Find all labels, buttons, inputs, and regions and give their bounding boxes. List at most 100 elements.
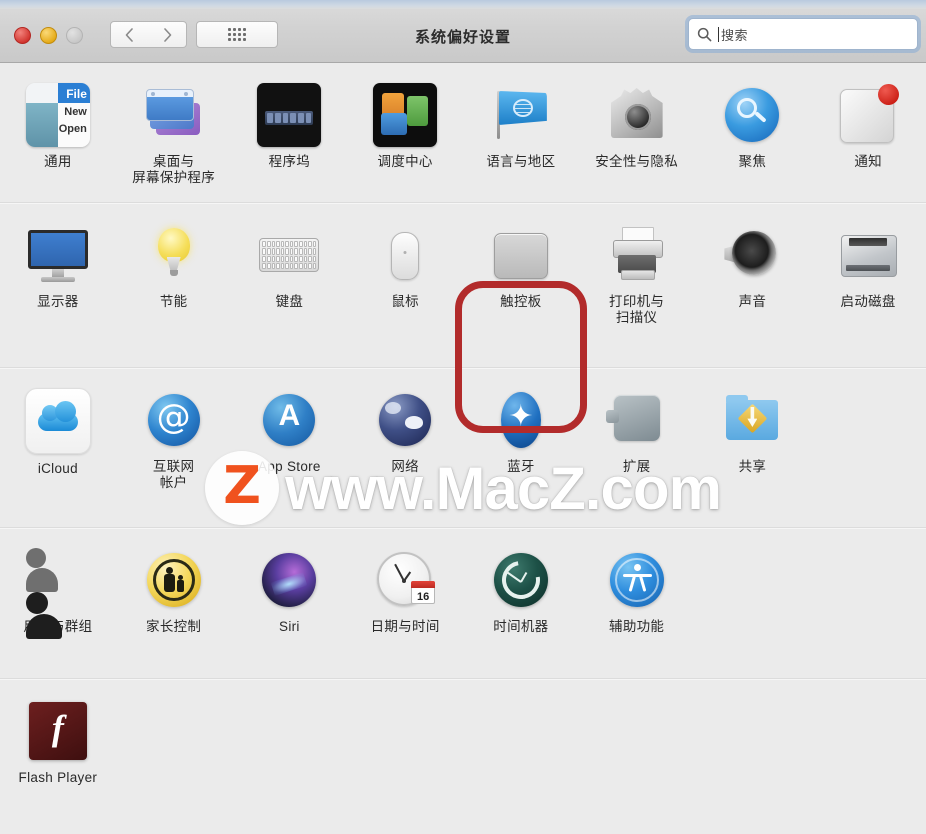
language-region-icon bbox=[489, 83, 553, 147]
pref-item-time-machine[interactable]: 时间机器 bbox=[463, 542, 579, 678]
pref-label: 桌面与 屏幕保护程序 bbox=[132, 154, 215, 187]
show-all-button[interactable] bbox=[196, 21, 278, 48]
sharing-icon bbox=[720, 388, 784, 452]
pref-item-icloud[interactable]: iCloud bbox=[0, 382, 116, 527]
pref-item-mission-control[interactable]: 调度中心 bbox=[347, 77, 463, 202]
search-placeholder: 搜索 bbox=[721, 27, 749, 43]
pref-label: 语言与地区 bbox=[486, 154, 556, 169]
text-caret bbox=[718, 26, 719, 42]
mission-control-icon bbox=[373, 83, 438, 147]
pref-item-users-groups[interactable]: 用户与群组 bbox=[0, 542, 116, 678]
pref-row-spacer bbox=[810, 542, 926, 678]
pref-item-network[interactable]: 网络 bbox=[347, 382, 463, 527]
pref-item-flash-player[interactable]: f Flash Player bbox=[0, 693, 116, 834]
pref-row-spacer bbox=[695, 542, 811, 678]
pref-item-printers-scanners[interactable]: 打印机与 扫描仪 bbox=[579, 217, 695, 367]
pref-label: 键盘 bbox=[275, 294, 304, 309]
pref-row-spacer bbox=[232, 693, 348, 834]
pref-label: 共享 bbox=[738, 459, 767, 474]
pref-label: 扩展 bbox=[622, 459, 651, 474]
pref-item-sound[interactable]: 声音 bbox=[695, 217, 811, 367]
pref-item-displays[interactable]: 显示器 bbox=[0, 217, 116, 367]
pref-row-spacer bbox=[579, 693, 695, 834]
pref-label: 聚焦 bbox=[738, 154, 767, 169]
mouse-icon bbox=[373, 223, 437, 287]
pref-item-energy-saver[interactable]: 节能 bbox=[116, 217, 232, 367]
system-preferences-window: 系统偏好设置 搜索 File New Open 通用 桌面与 屏幕保护程序 程序… bbox=[0, 0, 926, 834]
trackpad-icon bbox=[489, 223, 553, 287]
minimize-button[interactable] bbox=[40, 27, 57, 44]
close-button[interactable] bbox=[14, 27, 31, 44]
pref-row-spacer bbox=[695, 693, 811, 834]
pref-label: 鼠标 bbox=[391, 294, 419, 309]
pref-row-spacer bbox=[810, 382, 926, 527]
notifications-icon bbox=[836, 83, 900, 147]
pref-label-line1: 打印机与 bbox=[609, 294, 665, 309]
forward-button[interactable] bbox=[148, 21, 187, 48]
pref-item-trackpad[interactable]: 触控板 bbox=[463, 217, 579, 367]
chevron-left-icon bbox=[125, 27, 133, 42]
preferences-grid: File New Open 通用 桌面与 屏幕保护程序 程序坞 调度中心 语言与… bbox=[0, 63, 926, 834]
parental-controls-icon bbox=[142, 548, 206, 612]
pref-item-sharing[interactable]: 共享 bbox=[695, 382, 811, 527]
pref-item-spotlight[interactable]: 聚焦 bbox=[695, 77, 811, 202]
pref-label-line2: 帐户 bbox=[159, 475, 188, 491]
search-field[interactable]: 搜索 bbox=[688, 18, 918, 50]
time-machine-icon bbox=[489, 548, 553, 612]
siri-icon bbox=[257, 548, 321, 612]
calendar-day: 16 bbox=[411, 581, 436, 604]
window-titlebar: 系统偏好设置 搜索 bbox=[0, 0, 926, 63]
pref-label: 日期与时间 bbox=[370, 619, 440, 634]
pref-item-mouse[interactable]: 鼠标 bbox=[347, 217, 463, 367]
pref-item-desktop-screensaver[interactable]: 桌面与 屏幕保护程序 bbox=[116, 77, 232, 202]
pref-label: 辅助功能 bbox=[609, 619, 665, 634]
pref-label: 调度中心 bbox=[377, 154, 433, 169]
zoom-button[interactable] bbox=[66, 27, 83, 44]
network-icon bbox=[373, 388, 437, 452]
icloud-icon bbox=[24, 388, 91, 454]
pref-item-internet-accounts[interactable]: @ 互联网 帐户 bbox=[116, 382, 232, 527]
pref-item-notifications[interactable]: 通知 bbox=[810, 77, 926, 202]
pref-label-line2: 屏幕保护程序 bbox=[132, 170, 216, 186]
pref-label: iCloud bbox=[37, 461, 78, 476]
pref-label: 通用 bbox=[44, 154, 72, 169]
pref-row-hardware: 显示器 节能 键盘 鼠标 触控板 打印机与 扫描仪 声音 启动磁盘 bbox=[0, 203, 926, 368]
pref-label: 互联网 帐户 bbox=[153, 459, 194, 492]
pref-item-language-region[interactable]: 语言与地区 bbox=[463, 77, 579, 202]
search-icon bbox=[697, 27, 712, 42]
pref-item-accessibility[interactable]: 辅助功能 bbox=[579, 542, 695, 678]
bluetooth-icon: ✦ bbox=[489, 388, 553, 452]
pref-item-bluetooth[interactable]: ✦ 蓝牙 bbox=[463, 382, 579, 527]
displays-icon bbox=[26, 223, 90, 287]
pref-item-keyboard[interactable]: 键盘 bbox=[232, 217, 348, 367]
pref-row-system: 用户与群组 家长控制 Siri 16 bbox=[0, 528, 926, 679]
pref-label: 触控板 bbox=[500, 294, 542, 309]
pref-label: 节能 bbox=[159, 294, 188, 309]
titlebar-top-edge bbox=[0, 0, 926, 9]
pref-item-siri[interactable]: Siri bbox=[232, 542, 348, 678]
pref-item-extensions[interactable]: 扩展 bbox=[579, 382, 695, 527]
pref-item-parental-controls[interactable]: 家长控制 bbox=[116, 542, 232, 678]
pref-item-startup-disk[interactable]: 启动磁盘 bbox=[810, 217, 926, 367]
pref-item-dock[interactable]: 程序坞 bbox=[232, 77, 348, 202]
extensions-icon bbox=[605, 388, 669, 452]
pref-row-spacer bbox=[116, 693, 232, 834]
pref-row-spacer bbox=[810, 693, 926, 834]
pref-item-security-privacy[interactable]: 安全性与隐私 bbox=[579, 77, 695, 202]
pref-label: 通知 bbox=[854, 154, 882, 169]
chevron-right-icon bbox=[163, 27, 171, 42]
flash-player-icon: f bbox=[26, 699, 90, 763]
pref-item-general[interactable]: File New Open 通用 bbox=[0, 77, 116, 202]
pref-row-personal: File New Open 通用 桌面与 屏幕保护程序 程序坞 调度中心 语言与… bbox=[0, 63, 926, 203]
pref-item-app-store[interactable]: A App Store bbox=[232, 382, 348, 527]
flash-glyph: f bbox=[51, 708, 64, 748]
date-time-icon: 16 bbox=[373, 548, 437, 612]
pref-label: 启动磁盘 bbox=[840, 294, 896, 309]
back-button[interactable] bbox=[110, 21, 149, 48]
pref-label: 打印机与 扫描仪 bbox=[609, 294, 664, 327]
grid-icon bbox=[228, 28, 246, 41]
pref-item-date-time[interactable]: 16 日期与时间 bbox=[347, 542, 463, 678]
printers-scanners-icon bbox=[605, 223, 669, 287]
pref-label: Siri bbox=[279, 619, 300, 634]
pref-label-line1: 桌面与 bbox=[152, 154, 195, 169]
